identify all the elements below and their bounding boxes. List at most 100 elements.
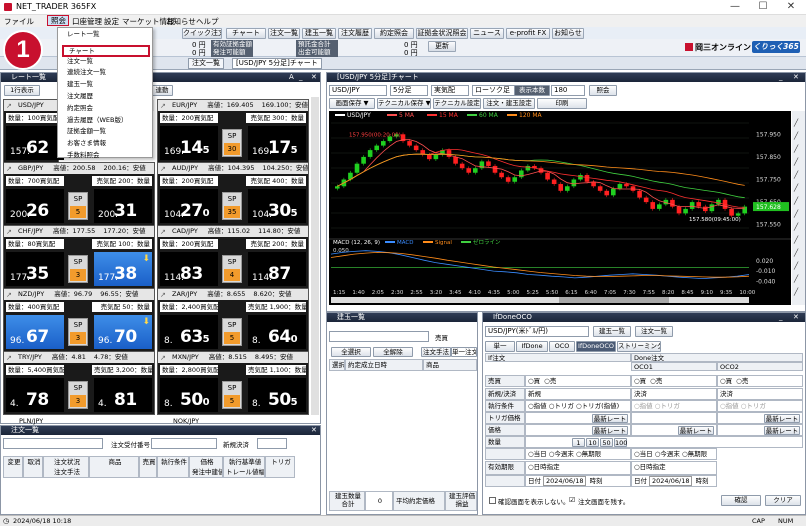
drawing-tool-icon[interactable]: ╱ [794, 171, 798, 179]
latest-rate-button[interactable]: 最新レート [764, 414, 800, 423]
print-button[interactable]: 印刷 [537, 98, 587, 109]
order-list-button[interactable]: 注文一覧 [268, 28, 300, 39]
menu-item-1[interactable]: チャート [62, 44, 150, 57]
buy-price-button[interactable]: 8. 505 [248, 378, 306, 412]
bar-count-input[interactable]: 180 [551, 85, 585, 96]
drawing-tool-icon[interactable]: ╱ [794, 145, 798, 153]
rate-tile-nok[interactable]: NOK/JPY [173, 417, 199, 425]
single-row-button[interactable]: 1行表示 [4, 85, 40, 96]
sell-price-button[interactable]: 4. 78 [6, 378, 64, 412]
menu-file[interactable]: ファイル [4, 16, 34, 27]
close-icon[interactable]: ✕ [778, 0, 804, 15]
ifdoneoco-close-icon[interactable]: ✕ [793, 313, 799, 321]
single-order-button[interactable]: 単一注文 [451, 347, 477, 357]
chart-query-button[interactable]: 照会 [589, 85, 617, 96]
latest-rate-button[interactable]: 最新レート [678, 426, 714, 435]
sell-price-button[interactable]: 96. 67 [6, 315, 64, 349]
order-type-tab-0[interactable]: 単一 [485, 341, 515, 352]
chart-scroll-thumb[interactable] [559, 297, 669, 303]
mini-chart-icon[interactable]: ↗ [6, 164, 15, 173]
order-list-close-icon[interactable]: ✕ [311, 426, 317, 434]
buy-radio[interactable]: ○買 [528, 377, 540, 385]
rate-tile-pln[interactable]: PLN/JPY [19, 417, 43, 425]
expiry-radios-0[interactable]: ○当日 ○今週末 ○無期限 [525, 448, 631, 460]
sell-radio[interactable]: ○売 [650, 377, 662, 385]
margin-status-button[interactable]: 証拠金状況照会 [416, 28, 468, 39]
new-settle-select[interactable] [257, 438, 287, 449]
drawing-tool-icon[interactable]: ╱ [794, 184, 798, 192]
drawing-tool-icon[interactable]: ╱ [794, 132, 798, 140]
menu-item-7[interactable]: 過去履歴（WEB版） [62, 116, 150, 125]
confirm-hide-checkbox[interactable] [489, 497, 496, 504]
sell-price-button[interactable]: 200. 26 [6, 189, 64, 223]
menu-item-5[interactable]: 注文履歴 [62, 92, 150, 101]
panel-close-icon[interactable]: ✕ [311, 73, 317, 81]
buy-price-button[interactable]: 104. 305 [248, 189, 306, 223]
order-type-tab-3[interactable]: IfDoneOCO [576, 341, 616, 352]
menu-help[interactable]: ヘルプ [196, 16, 219, 27]
menu-account[interactable]: 口座管理 [72, 16, 102, 27]
quick-order-button[interactable]: クイック注文 [182, 28, 222, 39]
expiry-radios-1[interactable]: ○当日 ○今週末 ○無期限 [631, 448, 717, 460]
save-screen-button[interactable]: 画面保存 ▼ [329, 98, 375, 109]
side-radio-group[interactable]: ○買 ○売 [525, 375, 631, 387]
notices-button[interactable]: お知らせ [552, 28, 584, 39]
minimize-icon[interactable]: — [722, 0, 748, 15]
sell-price-button[interactable]: 8. 635 [160, 315, 218, 349]
quote-type-select[interactable]: 実気配 [431, 85, 469, 96]
order-type-tab-4[interactable]: ストリーミング [617, 341, 661, 352]
order-method-button[interactable]: 注文手法 [421, 347, 451, 357]
drawing-tool-icon[interactable]: ╱ [794, 249, 798, 257]
ifd-pair-select[interactable]: USD/JPY(米ﾄﾞﾙ/円) [485, 326, 589, 337]
chart-minimize-icon[interactable]: _ [779, 73, 783, 81]
technical-settings-button[interactable]: テクニカル設定 [433, 98, 481, 109]
menu-item-0[interactable]: レート一覧 [62, 30, 150, 39]
rate-scrollbar[interactable] [311, 97, 319, 415]
drawing-tool-icon[interactable]: ╱ [794, 236, 798, 244]
drawing-tool-icon[interactable]: ╱ [794, 275, 798, 283]
drawing-tool-icon[interactable]: ╱ [794, 262, 798, 270]
chart-button[interactable]: チャート [226, 28, 266, 39]
qty-button-1[interactable]: 1 [572, 438, 585, 447]
drawing-tool-icon[interactable]: ╱ [794, 210, 798, 218]
exec-condition-oco2[interactable]: ○指値 ○トリガ [717, 400, 803, 412]
chart-close-icon[interactable]: ✕ [793, 73, 799, 81]
pair-select[interactable]: USD/JPY [329, 85, 387, 96]
qty-button-10[interactable]: 10 [586, 438, 599, 447]
side-radio-group[interactable]: ○買 ○売 [631, 375, 717, 387]
expiry-date-radio-0[interactable]: ○日時指定 [525, 461, 631, 475]
buy-price-button[interactable]: 4. 81 [94, 378, 152, 412]
sell-price-button[interactable]: 104. 270 [160, 189, 218, 223]
mini-chart-icon[interactable]: ↗ [160, 290, 169, 299]
mini-chart-icon[interactable]: ↗ [6, 290, 15, 299]
sell-price-button[interactable]: 157. 62 [6, 126, 64, 160]
price-input-0-0[interactable]: 最新レート [525, 412, 631, 424]
buy-radio[interactable]: ○買 [634, 377, 646, 385]
refresh-button[interactable]: 更新 [428, 41, 456, 52]
qty-button-50[interactable]: 50 [600, 438, 613, 447]
latest-rate-button[interactable]: 最新レート [764, 426, 800, 435]
save-technical-button[interactable]: テクニカル保存 ▼ [377, 98, 431, 109]
menu-item-4[interactable]: 建玉一覧 [62, 80, 150, 89]
price-input-1-1[interactable]: 最新レート [631, 424, 717, 436]
menu-inquiry[interactable]: 照会 [47, 15, 69, 26]
tab-chart[interactable]: [USD/JPY 5分足]チャート [232, 58, 322, 69]
buy-price-button[interactable]: 8. 640 [248, 315, 306, 349]
sell-price-button[interactable]: 169. 145 [160, 126, 218, 160]
mini-chart-icon[interactable]: ↗ [160, 164, 169, 173]
keep-screen-checkbox[interactable]: ☑ [569, 496, 575, 504]
buy-price-button[interactable]: 200. 31 [94, 189, 152, 223]
price-input-1-0[interactable]: 最新レート [525, 424, 631, 436]
latest-rate-button[interactable]: 最新レート [592, 414, 628, 423]
execution-inquiry-button[interactable]: 約定照会 [374, 28, 414, 39]
mini-chart-icon[interactable]: ↗ [160, 227, 169, 236]
menu-item-9[interactable]: お客さま情報 [62, 139, 150, 148]
menu-settings[interactable]: 設定 [104, 16, 119, 27]
mini-chart-icon[interactable]: ↗ [6, 353, 15, 362]
link-button[interactable]: 連動 [151, 85, 173, 96]
menu-item-6[interactable]: 約定照会 [62, 104, 150, 113]
panel-minimize-icon[interactable]: _ [299, 73, 303, 81]
confirm-button[interactable]: 確認 [721, 495, 761, 506]
menu-item-10[interactable]: 手数料照会 [62, 151, 150, 160]
menu-item-2[interactable]: 注文一覧 [62, 57, 150, 66]
